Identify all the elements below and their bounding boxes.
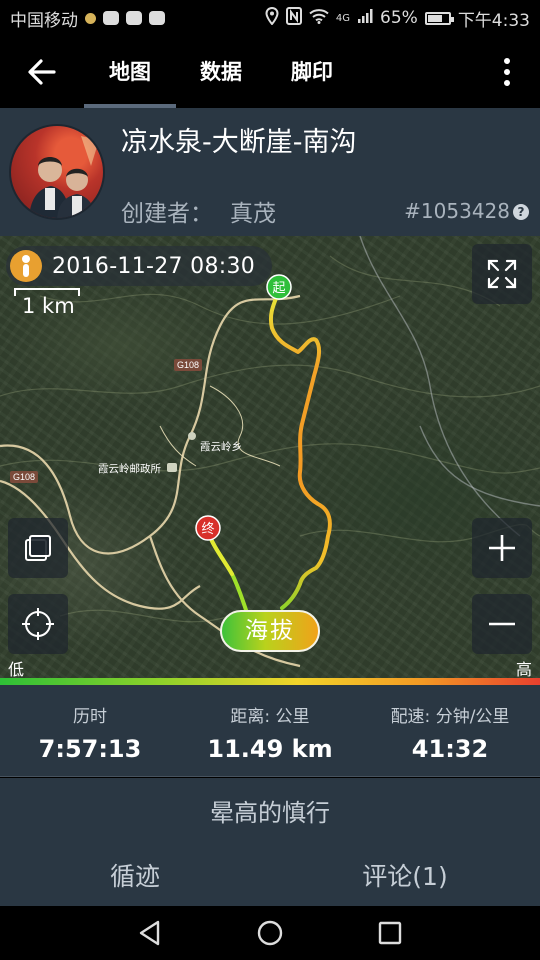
road-label: G108 [13,472,35,482]
stat-duration: 历时 7:57:13 [0,685,180,763]
battery-icon [424,11,454,25]
fullscreen-button[interactable] [472,244,532,304]
end-marker[interactable]: 终 [195,515,221,541]
back-button[interactable] [22,52,62,92]
hiker-icon [10,250,42,282]
locate-button[interactable] [8,594,68,654]
zoom-in-button[interactable] [472,518,532,578]
square-recents-icon [378,921,402,945]
message-icon [126,11,142,25]
more-options-button[interactable] [492,54,522,90]
legend-low-label: 低 [8,660,25,678]
location-icon [265,6,279,30]
layers-button[interactable] [8,518,68,578]
stat-value: 11.49 km [207,735,333,763]
wifi-icon [309,8,329,29]
nav-back-button[interactable] [134,917,166,949]
tab-footprint[interactable]: 脚印 [266,36,358,108]
end-marker-label: 终 [201,521,214,537]
stat-value: 41:32 [411,735,489,763]
qq-icon [103,11,119,25]
wechat-icon [149,11,165,25]
stat-label: 历时 [73,707,107,727]
map-view[interactable]: G108 G108 霞云岭乡 霞云岭邮政所 起 终 2016-11-27 08:… [0,236,540,678]
stats-panel: 历时 7:57:13 距离: 公里 11.49 km 配速: 分钟/公里 41:… [0,685,540,777]
arrow-left-icon [28,59,56,85]
nav-recents-button[interactable] [374,917,406,949]
more-vertical-icon [504,58,510,64]
avatar-image [29,136,99,218]
scale-label: 1 km [22,294,75,318]
follow-track-button[interactable]: 循迹 [0,848,270,906]
route-header: 凉水泉-大断崖-南沟 创建者： 真茂 #1053428 ? [0,108,540,236]
altitude-gradient-legend [0,678,540,685]
carrier-label: 中国移动 [10,10,78,31]
route-id: #1053428 [404,199,510,223]
stat-label: 距离: 公里 [230,707,310,727]
crosshair-icon [22,608,54,640]
comments-button[interactable]: 评论(1) [270,848,540,906]
tab-map[interactable]: 地图 [84,36,176,108]
route-title: 凉水泉-大断崖-南沟 [121,127,357,158]
start-marker[interactable]: 起 [266,274,292,300]
place-label: 霞云岭邮政所 [98,462,161,475]
status-bar: 中国移动 4G 65% 下午4:33 [0,0,540,36]
stat-value: 7:57:13 [38,735,142,763]
layers-icon [25,535,51,561]
network-type: 4G [335,12,351,24]
circle-home-icon [257,920,283,946]
post-office-icon [167,463,177,472]
help-icon[interactable]: ? [513,204,529,220]
gps-track [269,286,332,610]
system-nav-bar [0,906,540,960]
start-marker-label: 起 [272,281,285,296]
triangle-back-icon [139,920,160,946]
nfc-icon [285,6,302,30]
altitude-toggle-button[interactable]: 海拔 [220,610,320,652]
track-date-chip: 2016-11-27 08:30 [6,246,272,286]
route-description: 晕高的慎行 [0,778,540,848]
minus-icon [489,622,515,626]
battery-percent: 65% [380,8,418,28]
zoom-out-button[interactable] [472,594,532,654]
stat-pace: 配速: 分钟/公里 41:32 [360,685,540,763]
notification-dot-icon [85,12,96,24]
top-toolbar: 地图 数据 脚印 [0,36,540,108]
plus-icon [489,535,515,561]
expand-icon [487,259,517,289]
track-date: 2016-11-27 08:30 [52,253,256,279]
creator-label: 创建者： [121,201,213,227]
place-label: 霞云岭乡 [200,440,242,453]
place-dot [188,432,196,440]
tab-data[interactable]: 数据 [176,36,266,108]
creator-name[interactable]: 真茂 [230,194,276,228]
stat-label: 配速: 分钟/公里 [390,707,510,727]
road-label: G108 [177,360,199,370]
stat-distance: 距离: 公里 11.49 km [180,685,360,763]
creator-avatar[interactable] [9,124,105,220]
legend-high-label: 高 [515,660,532,678]
nav-home-button[interactable] [254,917,286,949]
clock: 下午4:33 [457,10,530,31]
bottom-action-bar: 循迹 评论(1) [0,848,540,906]
signal-icon [357,8,373,29]
